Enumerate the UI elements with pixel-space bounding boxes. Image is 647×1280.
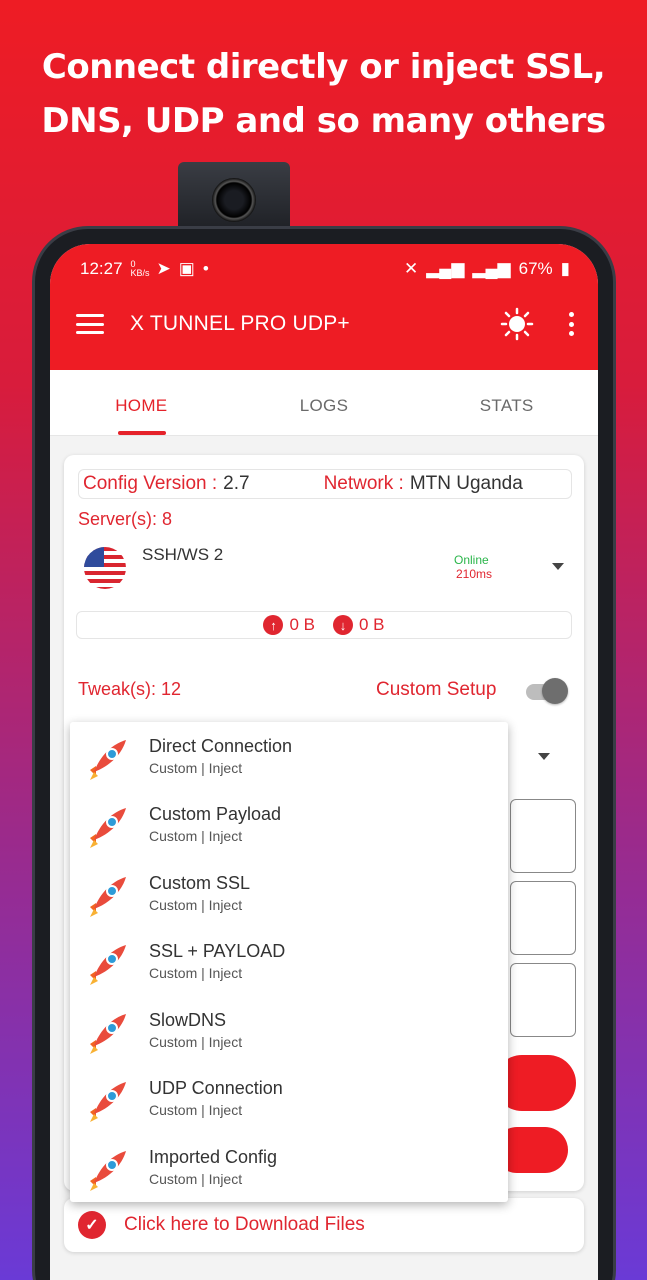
dropdown-item-title: UDP Connection: [149, 1078, 283, 1098]
dropdown-item-subtitle: Custom | Inject: [149, 828, 243, 844]
servers-count: Server(s): 8: [78, 509, 173, 529]
app-bar: 12:27 0 KB/s ➤ ▣ • ✕ ▂▄▆ ▂▄▆ 67% ▮ X TUN…: [50, 244, 598, 370]
mute-icon: ✕: [403, 259, 419, 278]
chevron-down-icon[interactable]: [552, 563, 564, 570]
dropdown-item-subtitle: Custom | Inject: [149, 897, 243, 913]
camera-lens: [212, 178, 256, 222]
headline-line-2: DNS, UDP and so many others: [41, 101, 606, 141]
tab-logs[interactable]: LOGS: [233, 370, 416, 435]
dropdown-item-subtitle: Custom | Inject: [149, 1102, 243, 1118]
input-field-1[interactable]: [510, 799, 576, 873]
us-flag-icon: [84, 547, 126, 589]
headline-line-1: Connect directly or inject SSL,: [41, 47, 606, 87]
tab-bar: HOME LOGS STATS: [50, 370, 598, 436]
net-speed: 0 KB/s: [130, 259, 150, 278]
phone-screen: 12:27 0 KB/s ➤ ▣ • ✕ ▂▄▆ ▂▄▆ 67% ▮ X TUN…: [50, 244, 598, 1280]
rocket-icon: [90, 740, 126, 780]
server-selector[interactable]: SSH/WS 2 Online 210ms: [84, 537, 564, 597]
input-field-3[interactable]: [510, 963, 576, 1037]
app-title: X TUNNEL PRO UDP+: [130, 312, 350, 335]
battery-icon: ▮: [560, 259, 570, 278]
server-status: Online: [454, 553, 489, 567]
rocket-icon: [90, 945, 126, 985]
dropdown-item-slowdns[interactable]: SlowDNS Custom | Inject: [70, 998, 508, 1066]
upload-arrow-icon: ↑: [263, 615, 284, 635]
dropdown-item-title: Direct Connection: [149, 736, 293, 756]
tab-stats[interactable]: STATS: [415, 370, 598, 435]
promo-headline: Connect directly or inject SSL, DNS, UDP…: [0, 40, 647, 148]
dropdown-item-direct-connection[interactable]: Direct Connection Custom | Inject: [70, 724, 508, 792]
rocket-icon: [90, 808, 126, 848]
status-bar: 12:27 0 KB/s ➤ ▣ • ✕ ▂▄▆ ▂▄▆ 67% ▮: [80, 258, 570, 280]
download-arrow-icon: ↓: [333, 615, 353, 635]
status-time: 12:27: [80, 259, 123, 278]
theme-toggle-icon[interactable]: [500, 307, 534, 341]
config-version-value: 2.7: [223, 473, 250, 494]
dropdown-item-subtitle: Custom | Inject: [149, 1171, 243, 1187]
dropdown-item-title: Custom SSL: [149, 873, 251, 893]
tweaks-count: Tweak(s): 12: [78, 679, 182, 699]
overflow-menu-icon[interactable]: [568, 312, 574, 336]
hamburger-menu-icon[interactable]: [76, 314, 104, 334]
tab-home[interactable]: HOME: [50, 370, 233, 435]
tweak-chevron-down-icon[interactable]: [538, 753, 550, 760]
dot-icon: •: [202, 259, 209, 278]
dropdown-item-subtitle: Custom | Inject: [149, 965, 243, 981]
telegram-icon: ➤: [156, 259, 171, 278]
config-version-label: Config Version :: [83, 473, 218, 494]
battery-level: 67%: [518, 259, 553, 278]
config-info-row: Config Version : 2.7 Network : MTN Ugand…: [78, 469, 572, 499]
dropdown-item-title: Imported Config: [149, 1147, 278, 1167]
dropdown-item-title: SSL + PAYLOAD: [149, 941, 286, 961]
toolbar: X TUNNEL PRO UDP+: [76, 304, 574, 344]
dropdown-item-title: Custom Payload: [149, 804, 282, 824]
rocket-icon: [90, 1082, 126, 1122]
upload-value: 0 B: [289, 615, 315, 634]
dropdown-item-subtitle: Custom | Inject: [149, 1034, 243, 1050]
download-banner[interactable]: ✓ Click here to Download Files: [64, 1198, 584, 1252]
network-value: MTN Uganda: [409, 473, 523, 494]
download-value: 0 B: [359, 615, 385, 634]
active-tab-indicator: [118, 431, 166, 435]
rocket-icon: [90, 1151, 126, 1191]
dropdown-item-udp-connection[interactable]: UDP Connection Custom | Inject: [70, 1066, 508, 1134]
dropdown-item-subtitle: Custom | Inject: [149, 760, 243, 776]
dropdown-item-custom-payload[interactable]: Custom Payload Custom | Inject: [70, 792, 508, 860]
tweak-dropdown-menu: Direct Connection Custom | Inject Custom…: [70, 722, 508, 1202]
dropdown-item-ssl-payload[interactable]: SSL + PAYLOAD Custom | Inject: [70, 929, 508, 997]
traffic-counter: ↑ 0 B ↓ 0 B: [76, 611, 572, 639]
network-label: Network :: [323, 473, 404, 494]
custom-setup-toggle[interactable]: [522, 678, 568, 704]
download-banner-text: Click here to Download Files: [124, 1214, 365, 1235]
input-field-2[interactable]: [510, 881, 576, 955]
dropdown-item-title: SlowDNS: [149, 1010, 227, 1030]
rocket-icon: [90, 1014, 126, 1054]
dropdown-item-custom-ssl[interactable]: Custom SSL Custom | Inject: [70, 861, 508, 929]
rocket-icon: [90, 877, 126, 917]
server-ping: 210ms: [456, 567, 493, 581]
check-circle-icon: ✓: [78, 1211, 106, 1239]
signal-icon-2: ▂▄▆: [472, 259, 511, 278]
custom-setup-label: Custom Setup: [376, 679, 497, 700]
server-name: SSH/WS 2: [142, 545, 224, 564]
dropdown-item-imported-config[interactable]: Imported Config Custom | Inject: [70, 1135, 508, 1203]
image-icon: ▣: [178, 259, 195, 278]
popup-camera: [178, 162, 290, 234]
signal-icon: ▂▄▆: [426, 259, 465, 278]
